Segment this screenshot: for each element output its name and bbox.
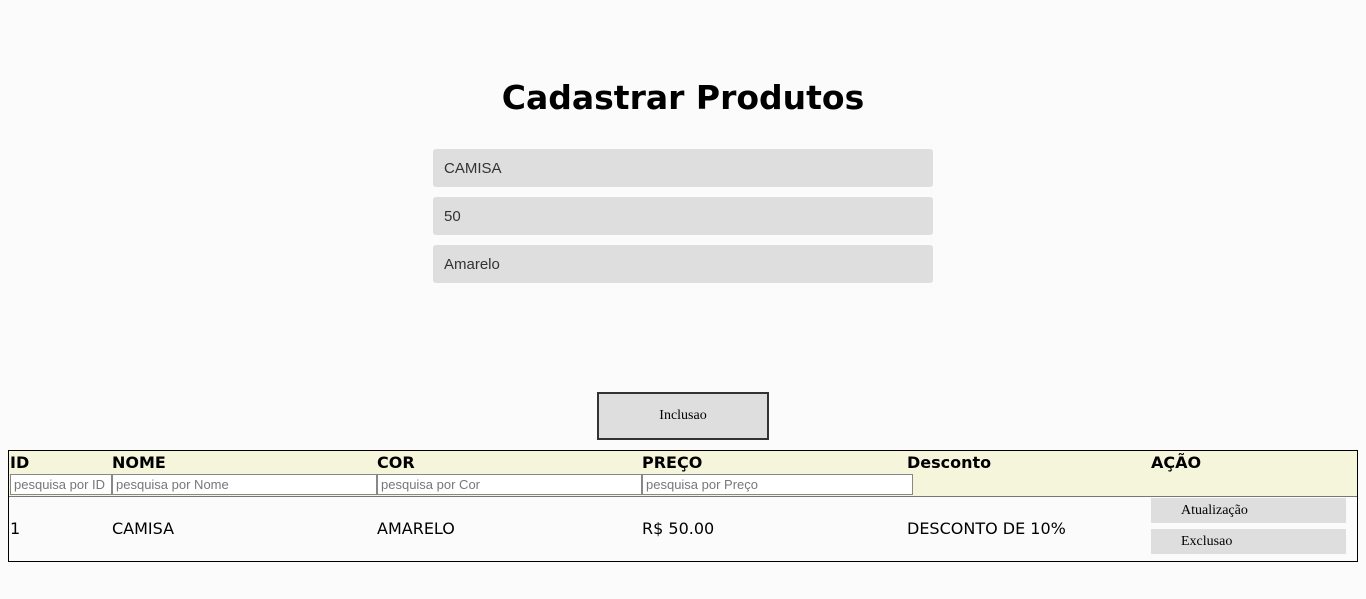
- column-header-cor: COR: [377, 453, 415, 472]
- products-table: ID NOME COR PREÇO Desconto AÇÃO 1 CAMISA…: [8, 450, 1358, 562]
- column-header-preco: PREÇO: [642, 453, 703, 472]
- column-header-desconto: Desconto: [907, 453, 992, 472]
- cell-cor: AMARELO: [377, 519, 455, 538]
- update-button[interactable]: Atualização: [1151, 498, 1346, 523]
- cell-nome: CAMISA: [112, 519, 175, 538]
- search-cor-input[interactable]: [377, 474, 642, 495]
- product-color-input[interactable]: [433, 245, 933, 283]
- column-header-acao: AÇÃO: [1151, 453, 1202, 472]
- column-header-nome: NOME: [112, 453, 166, 472]
- cell-preco: R$ 50.00: [642, 519, 715, 538]
- page-title: Cadastrar Produtos: [501, 78, 865, 117]
- cell-id: 1: [10, 519, 21, 538]
- product-name-input[interactable]: [433, 149, 933, 187]
- search-nome-input[interactable]: [112, 474, 377, 495]
- search-preco-input[interactable]: [642, 474, 913, 495]
- delete-button[interactable]: Exclusao: [1151, 529, 1346, 554]
- cell-desconto: DESCONTO DE 10%: [907, 519, 1066, 538]
- search-id-input[interactable]: [10, 474, 112, 495]
- product-price-input[interactable]: [433, 197, 933, 235]
- column-header-id: ID: [10, 453, 30, 472]
- inclusao-button[interactable]: Inclusao: [597, 392, 769, 440]
